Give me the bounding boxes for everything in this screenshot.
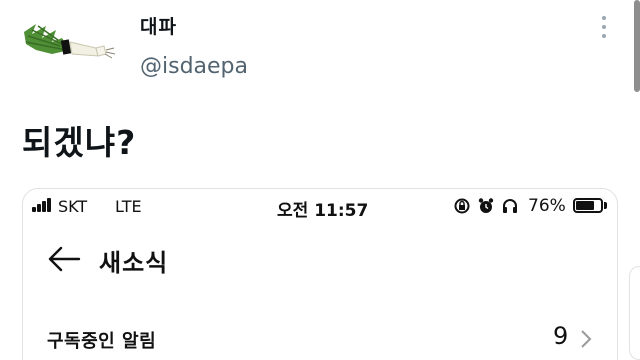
avatar[interactable] [22, 20, 118, 70]
nav-bar: 새소식 [23, 233, 617, 283]
author-display-name[interactable]: 대파 [140, 12, 177, 39]
chevron-right-icon [581, 330, 592, 348]
screen-title: 새소식 [99, 249, 169, 277]
signal-strength-icon [32, 198, 54, 212]
list-item-subscribed-notifications[interactable]: 구독중인 알림 9 [23, 317, 617, 360]
arrow-left-icon[interactable] [47, 245, 81, 273]
battery-tip [604, 202, 607, 209]
status-bar: SKT LTE 오전 11:57 76% [23, 189, 617, 223]
carrier-name: SKT [58, 197, 88, 216]
battery-level-fill [576, 201, 594, 210]
status-time: 오전 11:57 [277, 201, 369, 221]
scrollbar-thumb[interactable] [634, 0, 640, 92]
green-onion-icon [24, 24, 116, 59]
tweet-text: 되겠냐? [22, 123, 137, 162]
list-item-label: 구독중인 알림 [47, 331, 157, 352]
more-vertical-icon[interactable] [598, 14, 610, 40]
author-handle[interactable]: @isdaepa [140, 54, 248, 79]
embedded-screenshot[interactable]: SKT LTE 오전 11:57 76% 새소식 구독중인 알림 9 [22, 188, 618, 360]
tweet-header: 대파 @isdaepa [0, 0, 640, 100]
battery-percent: 76% [528, 196, 566, 216]
headphones-icon [503, 199, 517, 213]
battery-icon [573, 198, 603, 213]
alarm-clock-icon [478, 198, 494, 213]
adjacent-card-edge [629, 266, 640, 360]
screen-rotation-lock-icon [454, 198, 470, 214]
network-type: LTE [115, 197, 142, 216]
status-icons [453, 197, 533, 215]
list-item-count: 9 [553, 322, 569, 350]
